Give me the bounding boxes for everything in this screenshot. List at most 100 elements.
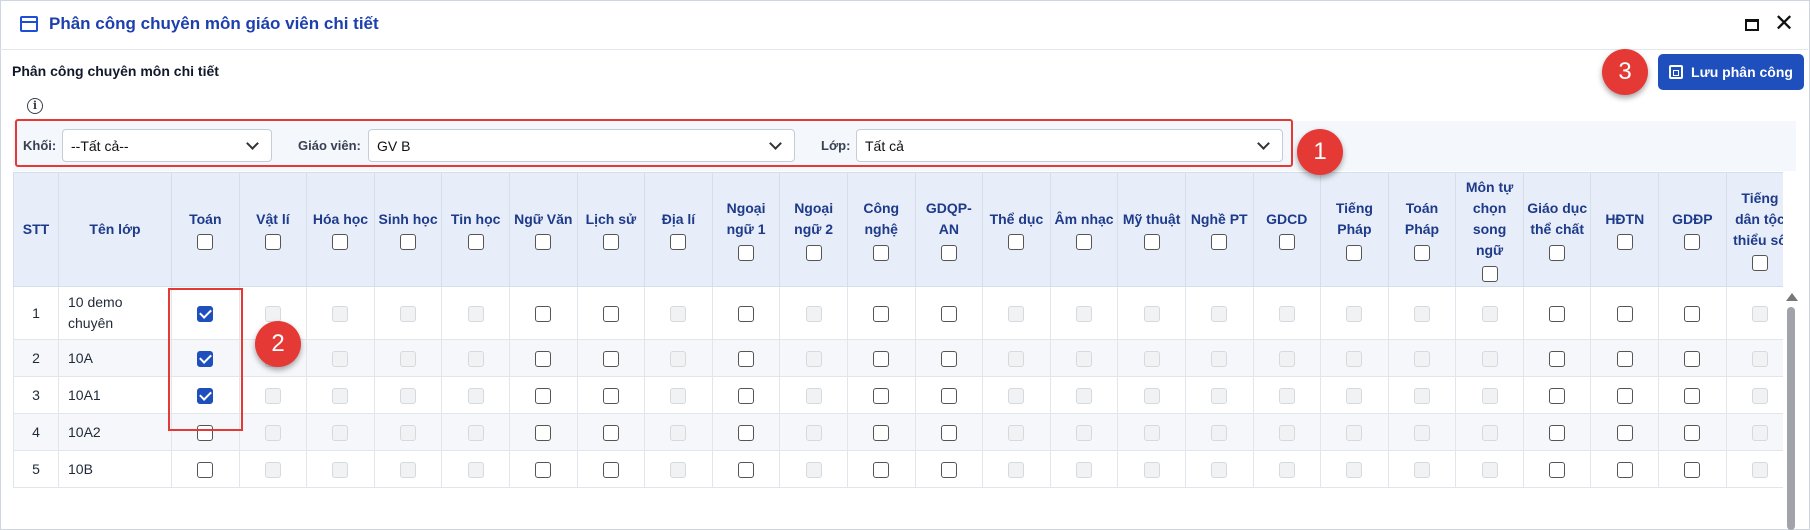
assignment-checkbox[interactable] (1684, 461, 1701, 478)
column-header-label: Toán (189, 210, 222, 227)
column-header: Mỹ thuật (1117, 172, 1186, 287)
column-header-label: HĐTN (1605, 210, 1645, 227)
close-icon[interactable]: ✕ (1774, 11, 1794, 35)
assignment-checkbox[interactable] (602, 461, 619, 478)
subject-cell (711, 339, 781, 377)
assignment-checkbox[interactable] (535, 461, 552, 478)
assignment-checkbox[interactable] (873, 350, 890, 367)
subject-cell (846, 339, 916, 377)
assignment-checkbox[interactable] (602, 305, 619, 322)
select-all-checkbox[interactable] (1549, 244, 1566, 261)
select-all-checkbox[interactable] (197, 234, 214, 251)
assignment-checkbox[interactable] (738, 305, 755, 322)
subject-cell (441, 376, 510, 414)
assignment-checkbox (1211, 305, 1228, 322)
select-all-checkbox[interactable] (738, 244, 755, 261)
select-all-checkbox[interactable] (602, 234, 619, 251)
select-all-checkbox[interactable] (332, 234, 349, 251)
select-all-checkbox[interactable] (1278, 234, 1295, 251)
assignment-checkbox[interactable] (873, 387, 890, 404)
assignment-checkbox[interactable] (535, 350, 552, 367)
save-assignment-button[interactable]: Lưu phân công (1658, 54, 1804, 90)
assignment-checkbox (1346, 305, 1363, 322)
assignment-checkbox[interactable] (940, 461, 957, 478)
assignment-checkbox (1211, 387, 1228, 404)
assignment-checkbox[interactable] (1549, 387, 1566, 404)
assignment-checkbox[interactable] (1549, 350, 1566, 367)
select-all-checkbox[interactable] (873, 244, 890, 261)
assignment-checkbox[interactable] (738, 424, 755, 441)
assignment-checkbox[interactable] (1616, 305, 1633, 322)
column-header-label: Tiếng Pháp (1335, 200, 1373, 237)
select-all-checkbox[interactable] (1616, 234, 1633, 251)
assignment-checkbox[interactable] (1684, 387, 1701, 404)
assignment-checkbox[interactable] (602, 387, 619, 404)
select-all-checkbox[interactable] (805, 244, 822, 261)
assignment-checkbox[interactable] (535, 424, 552, 441)
scroll-thumb[interactable] (1787, 307, 1795, 530)
assignment-checkbox (1751, 305, 1768, 322)
assignment-checkbox[interactable] (535, 387, 552, 404)
select-all-checkbox[interactable] (1076, 234, 1093, 251)
select-all-checkbox[interactable] (1481, 265, 1498, 282)
select-all-checkbox[interactable] (1684, 234, 1701, 251)
assignment-checkbox[interactable] (940, 350, 957, 367)
subject-cell (846, 413, 916, 451)
assignment-checkbox[interactable] (873, 424, 890, 441)
assignment-checkbox (467, 424, 484, 441)
assignment-checkbox[interactable] (873, 461, 890, 478)
assignment-checkbox[interactable] (940, 305, 957, 322)
assignment-checkbox[interactable] (738, 387, 755, 404)
select-all-checkbox[interactable] (1211, 234, 1228, 251)
select-all-checkbox[interactable] (467, 234, 484, 251)
subject-cell (982, 413, 1051, 451)
assignment-checkbox[interactable] (1549, 461, 1566, 478)
assignment-checkbox[interactable] (1616, 387, 1633, 404)
maximize-icon[interactable] (1745, 19, 1759, 31)
assignment-checkbox[interactable] (602, 350, 619, 367)
row-number: 2 (13, 339, 59, 377)
subject-cell (1049, 286, 1119, 340)
subject-cell (373, 339, 443, 377)
assignment-checkbox[interactable] (1549, 424, 1566, 441)
assignment-checkbox[interactable] (1616, 350, 1633, 367)
assignment-checkbox[interactable] (940, 424, 957, 441)
select-all-checkbox[interactable] (670, 234, 687, 251)
subject-cell (1320, 339, 1389, 377)
subject-cell (508, 376, 578, 414)
column-header: Thể dục (982, 172, 1051, 287)
select-all-checkbox[interactable] (1143, 234, 1160, 251)
assignment-checkbox[interactable] (1616, 461, 1633, 478)
select-all-checkbox[interactable] (264, 234, 281, 251)
assignment-checkbox[interactable] (1684, 350, 1701, 367)
assignment-checkbox[interactable] (738, 461, 755, 478)
select-all-checkbox[interactable] (400, 234, 417, 251)
assignment-checkbox[interactable] (1684, 305, 1701, 322)
assignment-checkbox[interactable] (1549, 305, 1566, 322)
select-all-checkbox[interactable] (1008, 234, 1025, 251)
assignment-checkbox[interactable] (535, 305, 552, 322)
select-all-checkbox[interactable] (940, 244, 957, 261)
select-all-checkbox[interactable] (535, 234, 552, 251)
assignment-checkbox[interactable] (1616, 424, 1633, 441)
assignment-checkbox[interactable] (940, 387, 957, 404)
select-all-checkbox[interactable] (1413, 244, 1430, 261)
assignment-checkbox[interactable] (738, 350, 755, 367)
select-all-checkbox[interactable] (1751, 255, 1768, 272)
assignment-checkbox[interactable] (1684, 424, 1701, 441)
subject-cell (1590, 286, 1660, 340)
select-all-checkbox[interactable] (1346, 244, 1363, 261)
subject-cell (1252, 339, 1322, 377)
info-icon[interactable]: i (27, 98, 43, 114)
assignment-checkbox[interactable] (602, 424, 619, 441)
class-name: 10B (58, 450, 172, 488)
assignment-checkbox (1346, 350, 1363, 367)
subject-cell (846, 450, 916, 488)
assignment-checkbox[interactable] (197, 461, 214, 478)
assignment-checkbox[interactable] (873, 305, 890, 322)
assignment-checkbox (1008, 305, 1025, 322)
scroll-up-icon[interactable] (1786, 293, 1798, 301)
vertical-scrollbar[interactable] (1785, 293, 1798, 530)
subject-cell (171, 450, 240, 488)
assignment-checkbox (1143, 461, 1160, 478)
